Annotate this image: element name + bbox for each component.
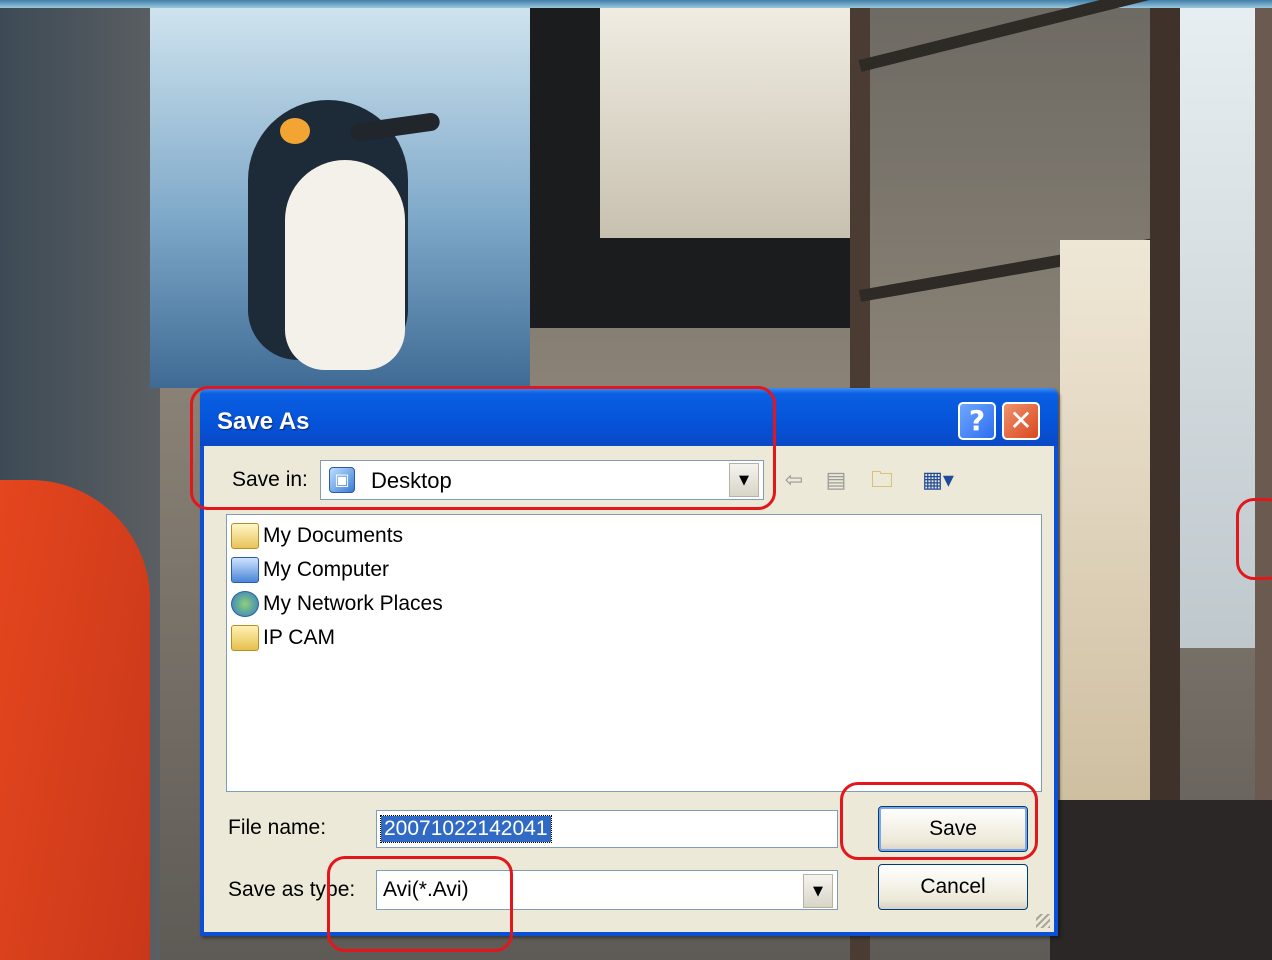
views-menu-icon[interactable]: ▦▾	[912, 466, 964, 496]
my-computer-icon	[231, 557, 259, 583]
list-item[interactable]: My Documents	[231, 521, 403, 551]
close-icon: ✕	[1009, 404, 1033, 437]
file-name-value: 20071022142041	[380, 815, 552, 843]
resize-grip[interactable]	[1036, 914, 1050, 928]
list-item-label: My Documents	[263, 524, 404, 547]
folder-icon	[231, 625, 259, 651]
close-button[interactable]: ✕	[1002, 402, 1040, 440]
up-folder-icon[interactable]: ▤	[820, 466, 852, 496]
cancel-button[interactable]: Cancel	[878, 864, 1028, 910]
penguin-belly	[285, 160, 405, 370]
list-item[interactable]: My Network Places	[231, 589, 443, 619]
file-name-input[interactable]: 20071022142041	[376, 810, 838, 848]
list-item-label: My Computer	[263, 558, 390, 581]
annotation-outline-save-in	[190, 386, 776, 510]
orange-object	[0, 480, 150, 960]
list-item-label: My Network Places	[263, 592, 443, 615]
annotation-outline-edge	[1236, 498, 1272, 580]
list-item[interactable]: IP CAM	[231, 623, 335, 653]
chevron-down-icon[interactable]: ▼	[803, 874, 833, 908]
network-places-icon	[231, 591, 259, 617]
my-documents-icon	[231, 523, 259, 549]
dark-floor-area	[1050, 800, 1272, 960]
file-name-label: File name:	[228, 816, 327, 839]
list-item[interactable]: My Computer	[231, 555, 389, 585]
shelf	[858, 0, 1153, 72]
help-icon: ?	[968, 404, 986, 437]
cardboard-boxes	[600, 8, 860, 238]
back-icon[interactable]: ⇦	[778, 466, 810, 496]
help-button[interactable]: ?	[958, 402, 996, 440]
list-item-label: IP CAM	[263, 626, 335, 649]
annotation-outline-save	[840, 782, 1038, 860]
file-list[interactable]: My Documents My Computer My Network Plac…	[226, 514, 1042, 792]
new-folder-icon[interactable]: 🗀	[866, 466, 898, 496]
annotation-outline-type	[327, 856, 513, 952]
penguin-spot	[280, 118, 310, 144]
